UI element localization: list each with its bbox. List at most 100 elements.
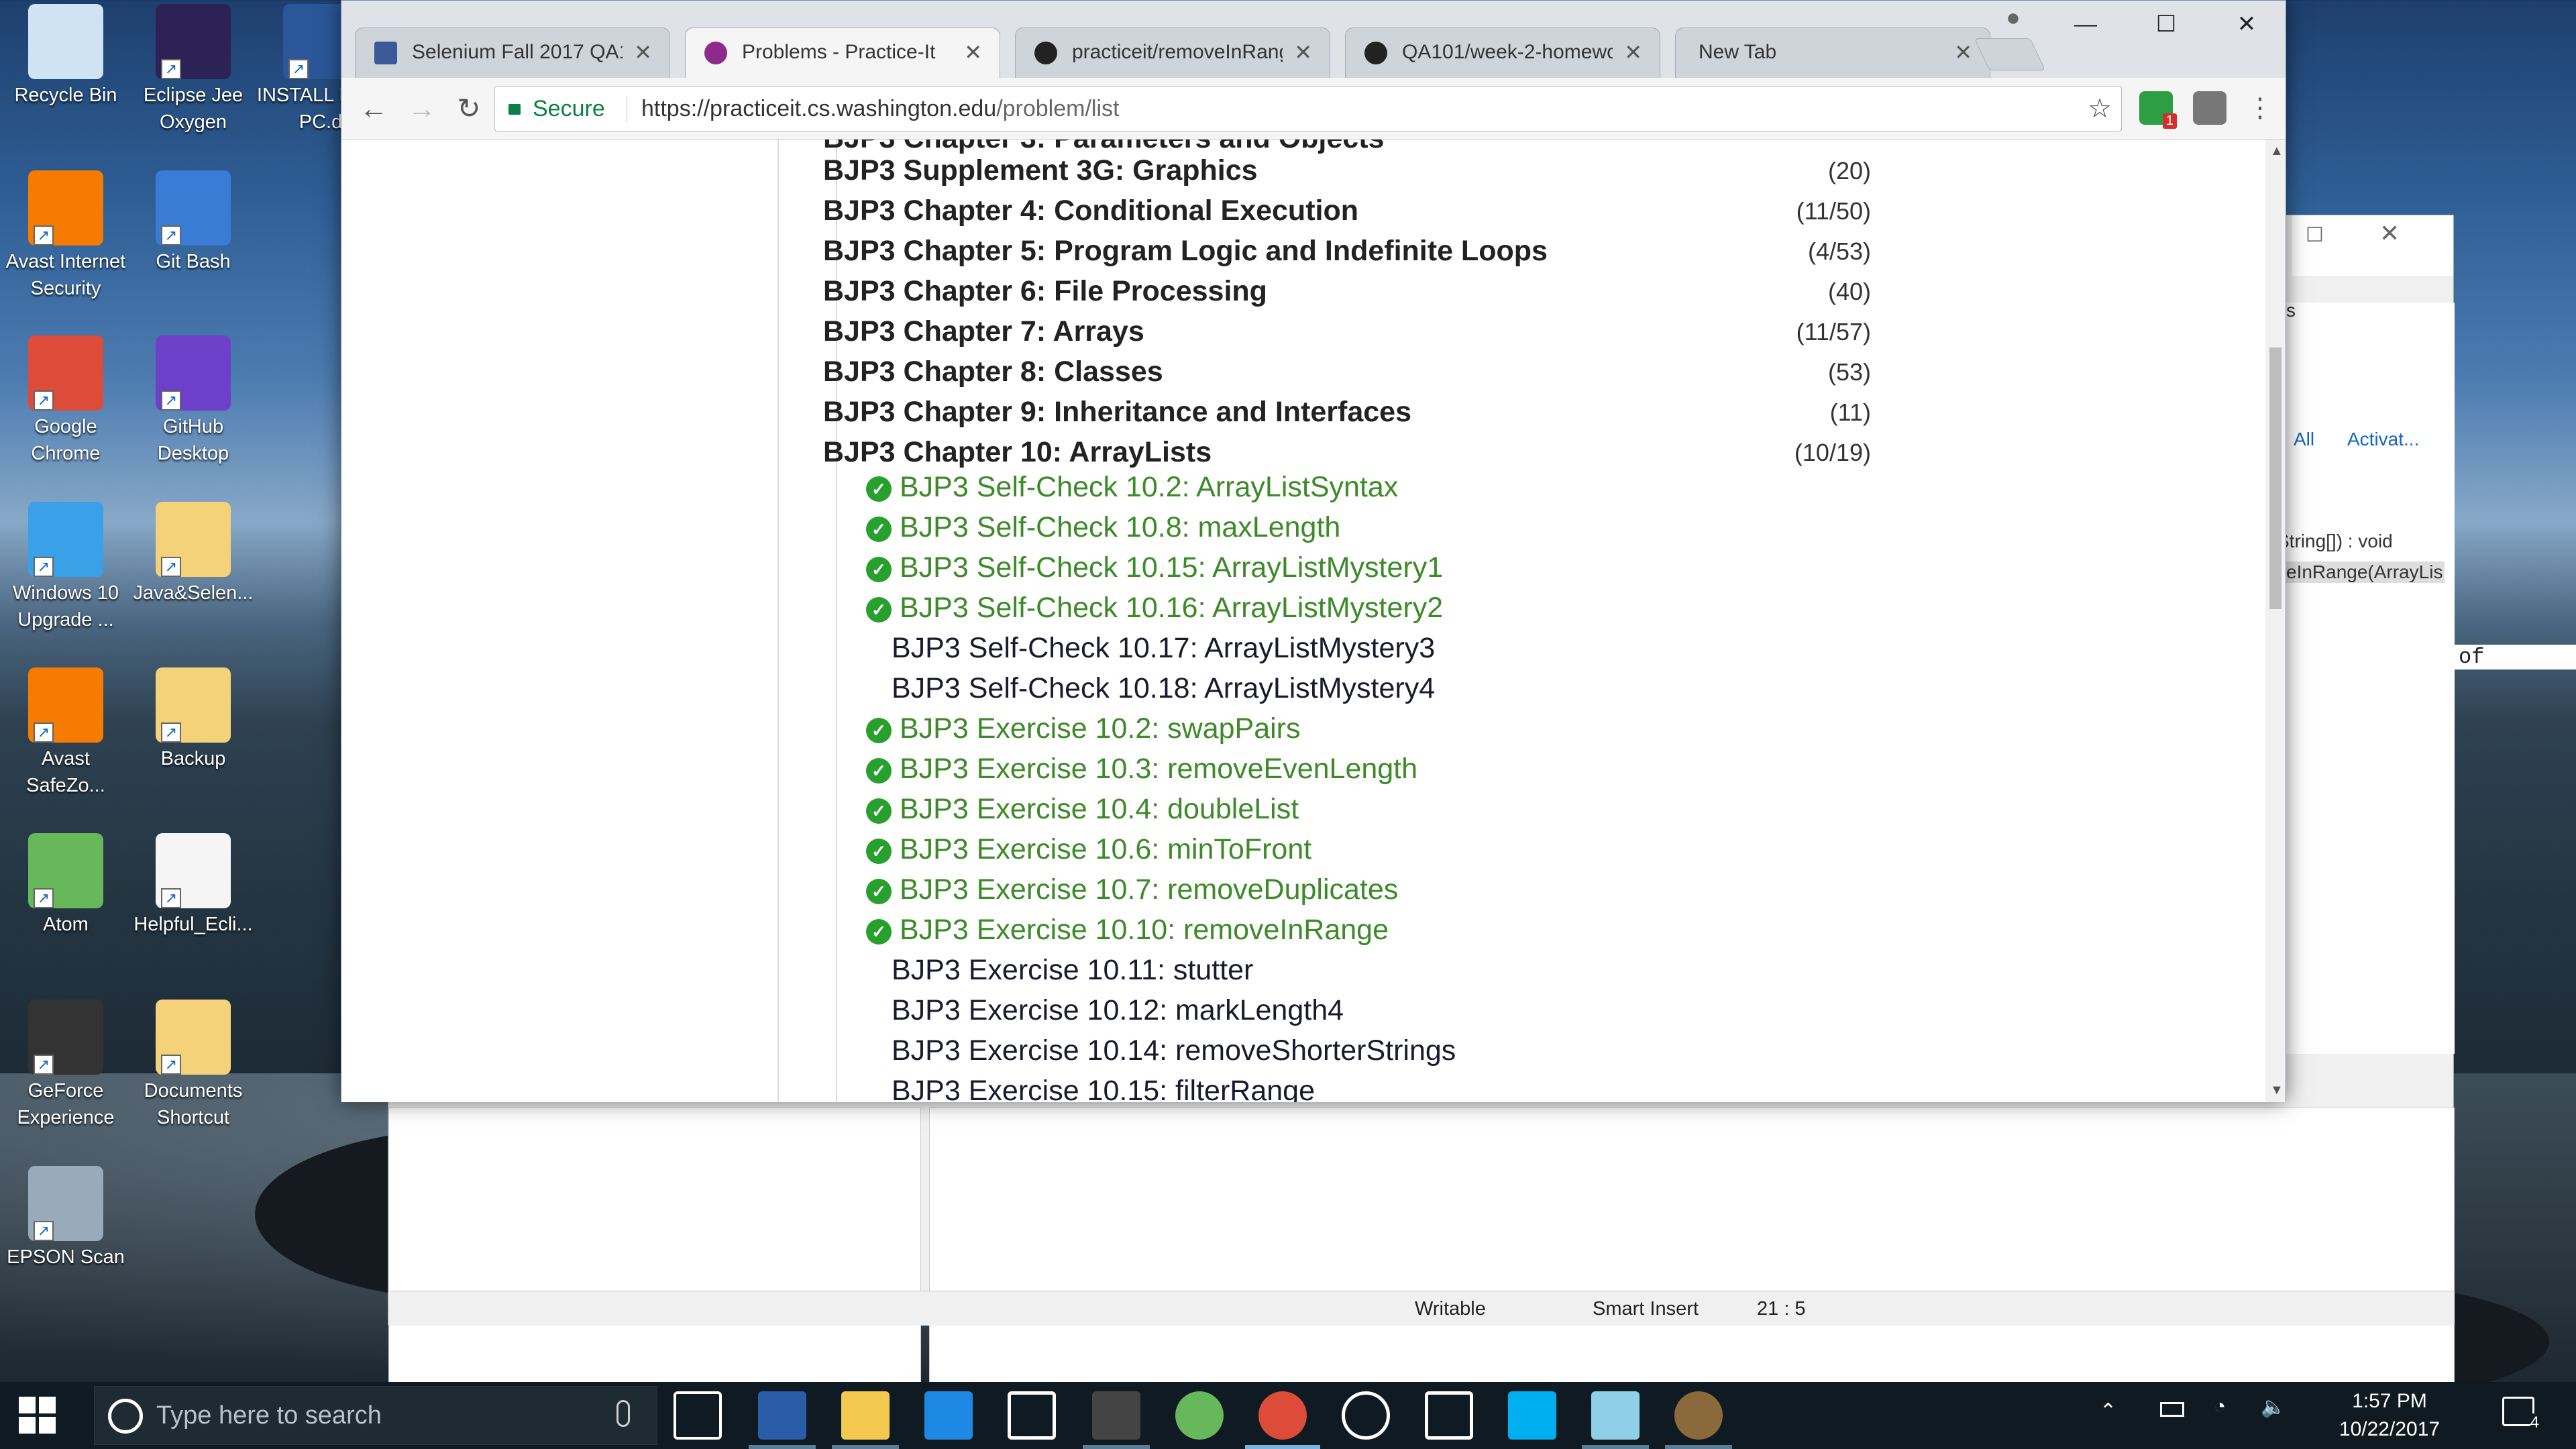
eclipse-fragment-method[interactable]: veInRange(ArrayLis: [2277, 561, 2445, 583]
edge-icon[interactable]: [924, 1391, 973, 1440]
store-icon[interactable]: [1008, 1391, 1056, 1440]
problem-link[interactable]: BJP3 Exercise 10.14: removeShorterString…: [892, 1034, 1456, 1067]
network-icon[interactable]: ◔: [2214, 1395, 2226, 1418]
maximize-icon[interactable]: ☐: [2306, 223, 2324, 247]
problem-link[interactable]: BJP3 Self-Check 10.16: ArrayListMystery2: [900, 592, 1443, 625]
eclipse-activate[interactable]: Activat...: [2347, 429, 2419, 450]
chapter-link[interactable]: BJP3 Supplement 3G: Graphics: [823, 154, 1258, 187]
browser-tab[interactable]: practiceit/removeInRang ✕: [1015, 28, 1330, 78]
browser-tab[interactable]: New Tab ✕: [1675, 28, 1990, 78]
chapter-link[interactable]: BJP3 Chapter 5: Program Logic and Indefi…: [823, 235, 1548, 268]
scanner-icon[interactable]: [1591, 1391, 1640, 1440]
atom-icon[interactable]: [1175, 1391, 1224, 1440]
action-center-icon[interactable]: 4: [2502, 1397, 2539, 1432]
vertical-scrollbar[interactable]: ▲ ▼: [2265, 140, 2286, 1102]
cortana-icon[interactable]: [108, 1399, 143, 1434]
tab-close-icon[interactable]: ✕: [1954, 28, 1972, 76]
problem-link[interactable]: BJP3 Exercise 10.11: stutter: [892, 954, 1253, 987]
eclipse-icon: ↗: [156, 4, 231, 79]
desktop-icon[interactable]: ↗ EPSON Scan: [0, 1166, 131, 1271]
browser-tab[interactable]: Problems - Practice-It ✕: [685, 28, 1000, 78]
chapter-link-partial[interactable]: BJP3 Chapter 3: Parameters and Objects: [823, 140, 1384, 155]
browser-tab[interactable]: QA101/week-2-homewo ✕: [1345, 28, 1660, 78]
chapter-link[interactable]: BJP3 Chapter 10: ArrayLists: [823, 436, 1212, 469]
taskbar-search-box[interactable]: Type here to search: [94, 1386, 657, 1445]
problem-link[interactable]: BJP3 Self-Check 10.18: ArrayListMystery4: [892, 672, 1435, 705]
profile-icon[interactable]: ●: [1998, 3, 2028, 33]
problem-link[interactable]: BJP3 Exercise 10.4: doubleList: [900, 793, 1299, 826]
secure-indicator[interactable]: Secure: [508, 87, 605, 131]
desktop-icon[interactable]: ↗ GitHub Desktop: [127, 335, 259, 467]
eclipse-icon[interactable]: [1674, 1391, 1723, 1440]
powershell-icon[interactable]: [758, 1391, 806, 1440]
desktop-icon[interactable]: ↗ Google Chrome: [0, 335, 131, 467]
problem-link[interactable]: BJP3 Self-Check 10.8: maxLength: [900, 511, 1340, 544]
tab-close-icon[interactable]: ✕: [1294, 28, 1312, 76]
problem-link[interactable]: BJP3 Exercise 10.3: removeEvenLength: [900, 753, 1417, 786]
chapter-link[interactable]: BJP3 Chapter 6: File Processing: [823, 275, 1267, 308]
desktop-icon[interactable]: ↗ Backup: [127, 667, 259, 772]
maximize-button[interactable]: ☐: [2133, 7, 2200, 41]
taskbar-clock[interactable]: 1:57 PM 10/22/2017: [2316, 1387, 2463, 1444]
tab-close-icon[interactable]: ✕: [634, 28, 652, 76]
problem-link[interactable]: BJP3 Self-Check 10.2: ArrayListSyntax: [900, 471, 1398, 504]
forward-button[interactable]: →: [403, 90, 441, 127]
problem-link[interactable]: BJP3 Exercise 10.10: removeInRange: [900, 914, 1389, 947]
scroll-up-arrow[interactable]: ▲: [2270, 144, 2284, 159]
problem-link[interactable]: BJP3 Exercise 10.7: removeDuplicates: [900, 873, 1398, 906]
desktop-icon-label: Documents Shortcut: [144, 1080, 243, 1128]
desktop-icon[interactable]: ↗ Java&Selen...: [127, 502, 259, 606]
problem-link[interactable]: BJP3 Self-Check 10.17: ArrayListMystery3: [892, 632, 1435, 665]
desktop-icon[interactable]: ↗ Helpful_Ecli...: [127, 833, 259, 938]
desktop-icon[interactable]: ↗ Avast SafeZo...: [0, 667, 131, 799]
problem-link[interactable]: BJP3 Exercise 10.6: minToFront: [900, 833, 1311, 866]
desktop-icon[interactable]: ↗ Atom: [0, 833, 131, 938]
close-button[interactable]: ✕: [2213, 7, 2280, 41]
desktop-icon[interactable]: ↗ Windows 10 Upgrade ...: [0, 502, 131, 633]
desktop-icon[interactable]: ↗ Git Bash: [127, 170, 259, 275]
skype-icon[interactable]: [1508, 1391, 1556, 1440]
atom-icon: ↗: [28, 833, 103, 908]
scrollbar-thumb[interactable]: [2269, 347, 2282, 609]
chapter-link[interactable]: BJP3 Chapter 4: Conditional Execution: [823, 195, 1358, 227]
file-explorer-icon[interactable]: [841, 1391, 890, 1440]
desktop-icon[interactable]: ↗ GeForce Experience: [0, 1000, 131, 1131]
back-button[interactable]: ←: [355, 90, 392, 127]
chapter-link[interactable]: BJP3 Chapter 9: Inheritance and Interfac…: [823, 396, 1411, 429]
chapter-link[interactable]: BJP3 Chapter 8: Classes: [823, 356, 1163, 388]
desktop-icon[interactable]: Recycle Bin: [0, 4, 131, 109]
reload-button[interactable]: ↻: [450, 90, 488, 127]
eclipse-outline-panel: String[]) : void veInRange(ArrayLis ss: [2275, 300, 2455, 1054]
address-bar[interactable]: Secure https://practiceit.cs.washington.…: [494, 86, 2122, 131]
volume-icon[interactable]: 🔈: [2261, 1395, 2286, 1419]
extension-lock-icon[interactable]: [2193, 91, 2226, 125]
desktop-icon[interactable]: ↗ Avast Internet Security: [0, 170, 131, 302]
mail-icon[interactable]: [1425, 1391, 1473, 1440]
minimize-button[interactable]: —: [2052, 7, 2119, 41]
microphone-icon[interactable]: [616, 1400, 630, 1427]
bookmark-star-icon[interactable]: ☆: [2088, 87, 2112, 131]
tab-close-icon[interactable]: ✕: [1624, 28, 1642, 76]
scroll-down-arrow[interactable]: ▼: [2270, 1083, 2284, 1098]
extension-icon[interactable]: 1: [2139, 91, 2177, 129]
close-icon[interactable]: ✕: [2379, 219, 2400, 248]
eclipse-filter-all[interactable]: All: [2294, 429, 2314, 450]
tab-close-icon[interactable]: ✕: [964, 28, 982, 76]
chrome-menu-icon[interactable]: ⋮: [2247, 91, 2273, 125]
start-button[interactable]: [19, 1397, 56, 1434]
problem-link[interactable]: BJP3 Exercise 10.15: filterRange: [892, 1075, 1315, 1102]
chrome-icon[interactable]: [1258, 1391, 1307, 1440]
desktop-icon[interactable]: ↗ Eclipse Jee Oxygen: [127, 4, 259, 136]
xbox-icon[interactable]: [1342, 1391, 1390, 1440]
url-text[interactable]: https://practiceit.cs.washington.edu/pro…: [641, 87, 1119, 131]
problem-link[interactable]: BJP3 Self-Check 10.15: ArrayListMystery1: [900, 551, 1443, 584]
battery-icon[interactable]: [2160, 1402, 2184, 1417]
task-view-icon[interactable]: [674, 1391, 722, 1440]
desktop-icon[interactable]: ↗ Documents Shortcut: [127, 1000, 259, 1131]
browser-tab[interactable]: Selenium Fall 2017 QA10 ✕: [355, 28, 670, 78]
chapter-link[interactable]: BJP3 Chapter 7: Arrays: [823, 315, 1144, 348]
problem-link[interactable]: BJP3 Exercise 10.12: markLength4: [892, 994, 1344, 1027]
terminal-icon[interactable]: [1092, 1391, 1140, 1440]
problem-link[interactable]: BJP3 Exercise 10.2: swapPairs: [900, 712, 1301, 745]
show-hidden-icons[interactable]: ⌃: [2100, 1399, 2116, 1423]
